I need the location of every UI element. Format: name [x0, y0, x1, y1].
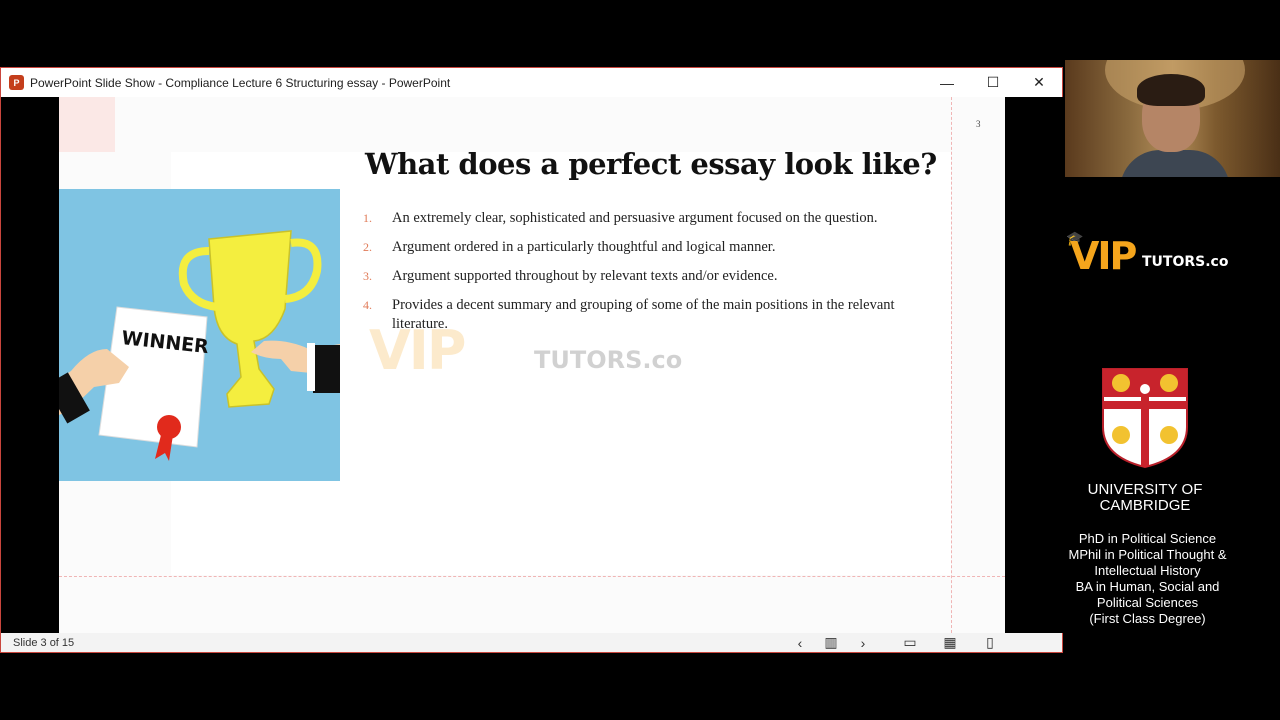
bullet-text: Provides a decent summary and grouping o… [392, 297, 895, 332]
bullet-number: 2. [363, 240, 372, 254]
next-icon[interactable]: › [851, 633, 875, 652]
degree-item: BA in Human, Social and Political Scienc… [1075, 579, 1220, 610]
logo-tutors: TUTORS.co [1142, 254, 1229, 270]
bullet-number: 1. [363, 211, 372, 225]
window-title: PowerPoint Slide Show - Compliance Lectu… [30, 75, 451, 90]
certificate-icon: WINNER [98, 306, 210, 461]
slide-title: What does a perfect essay look like? [365, 147, 937, 181]
grid-view-icon[interactable]: ▦ [938, 633, 962, 652]
title-bar: P PowerPoint Slide Show - Compliance Lec… [1, 68, 1062, 97]
previous-icon[interactable]: ‹ [788, 633, 812, 652]
university-name: UNIVERSITY OF CAMBRIDGE [1087, 481, 1203, 514]
bullet-text: Argument ordered in a particularly thoug… [392, 239, 776, 255]
list-item: 2. Argument ordered in a particularly tho… [363, 238, 903, 257]
webcam-feed [1065, 60, 1280, 177]
list-item: 3. Argument supported throughout by relev… [363, 267, 903, 286]
reading-view-icon[interactable]: ▯ [978, 633, 1002, 652]
guide-line-horizontal [59, 576, 1005, 577]
maximize-button[interactable]: ☐ [970, 68, 1016, 97]
winner-trophy-illustration: WINNER [59, 189, 340, 481]
presenter-view-icon[interactable]: ▭ [898, 633, 922, 652]
bullet-number: 3. [363, 269, 372, 283]
status-bar: Slide 3 of 15 ‹ ▥ › ▭ ▦ ▯ [1, 633, 1062, 652]
guide-line-vertical [951, 97, 952, 633]
degree-item: (First Class Degree) [1089, 611, 1206, 626]
degree-list: PhD in Political Science MPhil in Politi… [1060, 531, 1235, 627]
bullet-text: An extremely clear, sophisticated and pe… [392, 210, 878, 226]
slide-sorter-icon[interactable]: ▥ [819, 633, 843, 652]
degree-item: MPhil in Political Thought & Intellectua… [1068, 547, 1227, 578]
degree-item: PhD in Political Science [1078, 531, 1217, 546]
list-item: 1. An extremely clear, sophisticated and … [363, 209, 903, 228]
list-item: 4. Provides a decent summary and grouping… [363, 296, 903, 334]
powerpoint-window: P PowerPoint Slide Show - Compliance Lec… [0, 67, 1063, 653]
bullet-text: Argument supported throughout by relevan… [392, 268, 778, 284]
left-letterbox [1, 97, 59, 633]
right-letterbox [1005, 97, 1063, 633]
person-hair [1137, 74, 1205, 106]
slide-number: 3 [976, 119, 981, 129]
window-controls: — ☐ ✕ [924, 68, 1062, 97]
logo-vip: VIP [1070, 234, 1137, 278]
minimize-button[interactable]: — [924, 68, 970, 97]
slide-canvas[interactable]: 3 What does a perfect essay look like? W… [59, 97, 1005, 633]
bullet-list: 1. An extremely clear, sophisticated and … [363, 209, 903, 344]
powerpoint-icon: P [9, 75, 24, 90]
slide-counter: Slide 3 of 15 [13, 637, 75, 649]
vip-tutors-logo: 🎓 VIP TUTORS.co [1064, 230, 1264, 278]
cambridge-crest-icon [1102, 368, 1188, 469]
close-button[interactable]: ✕ [1016, 68, 1062, 97]
person-body [1120, 150, 1230, 177]
bullet-number: 4. [363, 298, 372, 312]
decorative-square [59, 97, 115, 152]
